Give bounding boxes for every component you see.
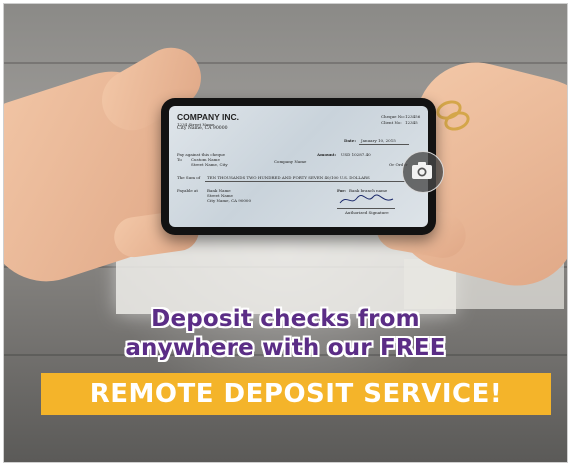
- date-line: [359, 144, 409, 145]
- to-label: To: [177, 157, 182, 162]
- cheque-no: 123456: [405, 114, 421, 119]
- banner-text: REMOTE DEPOSIT SERVICE!: [89, 379, 503, 409]
- phone-screen-check: COMPANY INC. 1234 Street Name City Name,…: [169, 106, 428, 227]
- cheque-no-label: Cheque No:: [381, 114, 406, 119]
- check-company: COMPANY INC.: [177, 112, 240, 122]
- camera-button[interactable]: [402, 151, 444, 193]
- date-value: January 10, 2015: [361, 138, 396, 143]
- client-no-label: Client No:: [381, 120, 402, 125]
- payee-company: Company Name: [274, 159, 307, 164]
- smartphone: COMPANY INC. 1234 Street Name City Name,…: [161, 98, 436, 235]
- client-no: 12345: [405, 120, 418, 125]
- sum-line: [205, 181, 405, 182]
- promo-banner: REMOTE DEPOSIT SERVICE!: [41, 373, 551, 415]
- check-address2: City Name, CA 90000: [177, 126, 228, 131]
- sum-label: The Sum of: [177, 175, 201, 180]
- payee-street: Street Name, City: [191, 162, 228, 167]
- payable-label: Payable at: [177, 188, 199, 193]
- signature-line: [337, 208, 395, 209]
- headline-line2: anywhere with our FREE: [125, 335, 446, 361]
- amount-value: USD 10287.40: [341, 152, 371, 157]
- signature-icon: [339, 194, 394, 204]
- bank-city: City Name, CA 90000: [207, 198, 252, 203]
- sum-words: TEN THOUSANDS TWO HUNDRED AND FORTY SEVE…: [207, 175, 370, 180]
- amount-label: Amount:: [317, 152, 337, 157]
- headline-line1: Deposit checks from: [151, 306, 420, 332]
- camera-icon: [412, 162, 432, 179]
- photo-frame: COMPANY INC. 1234 Street Name City Name,…: [3, 3, 568, 463]
- signature-label: Authorized Signature: [345, 210, 389, 215]
- date-label: Date:: [344, 138, 356, 143]
